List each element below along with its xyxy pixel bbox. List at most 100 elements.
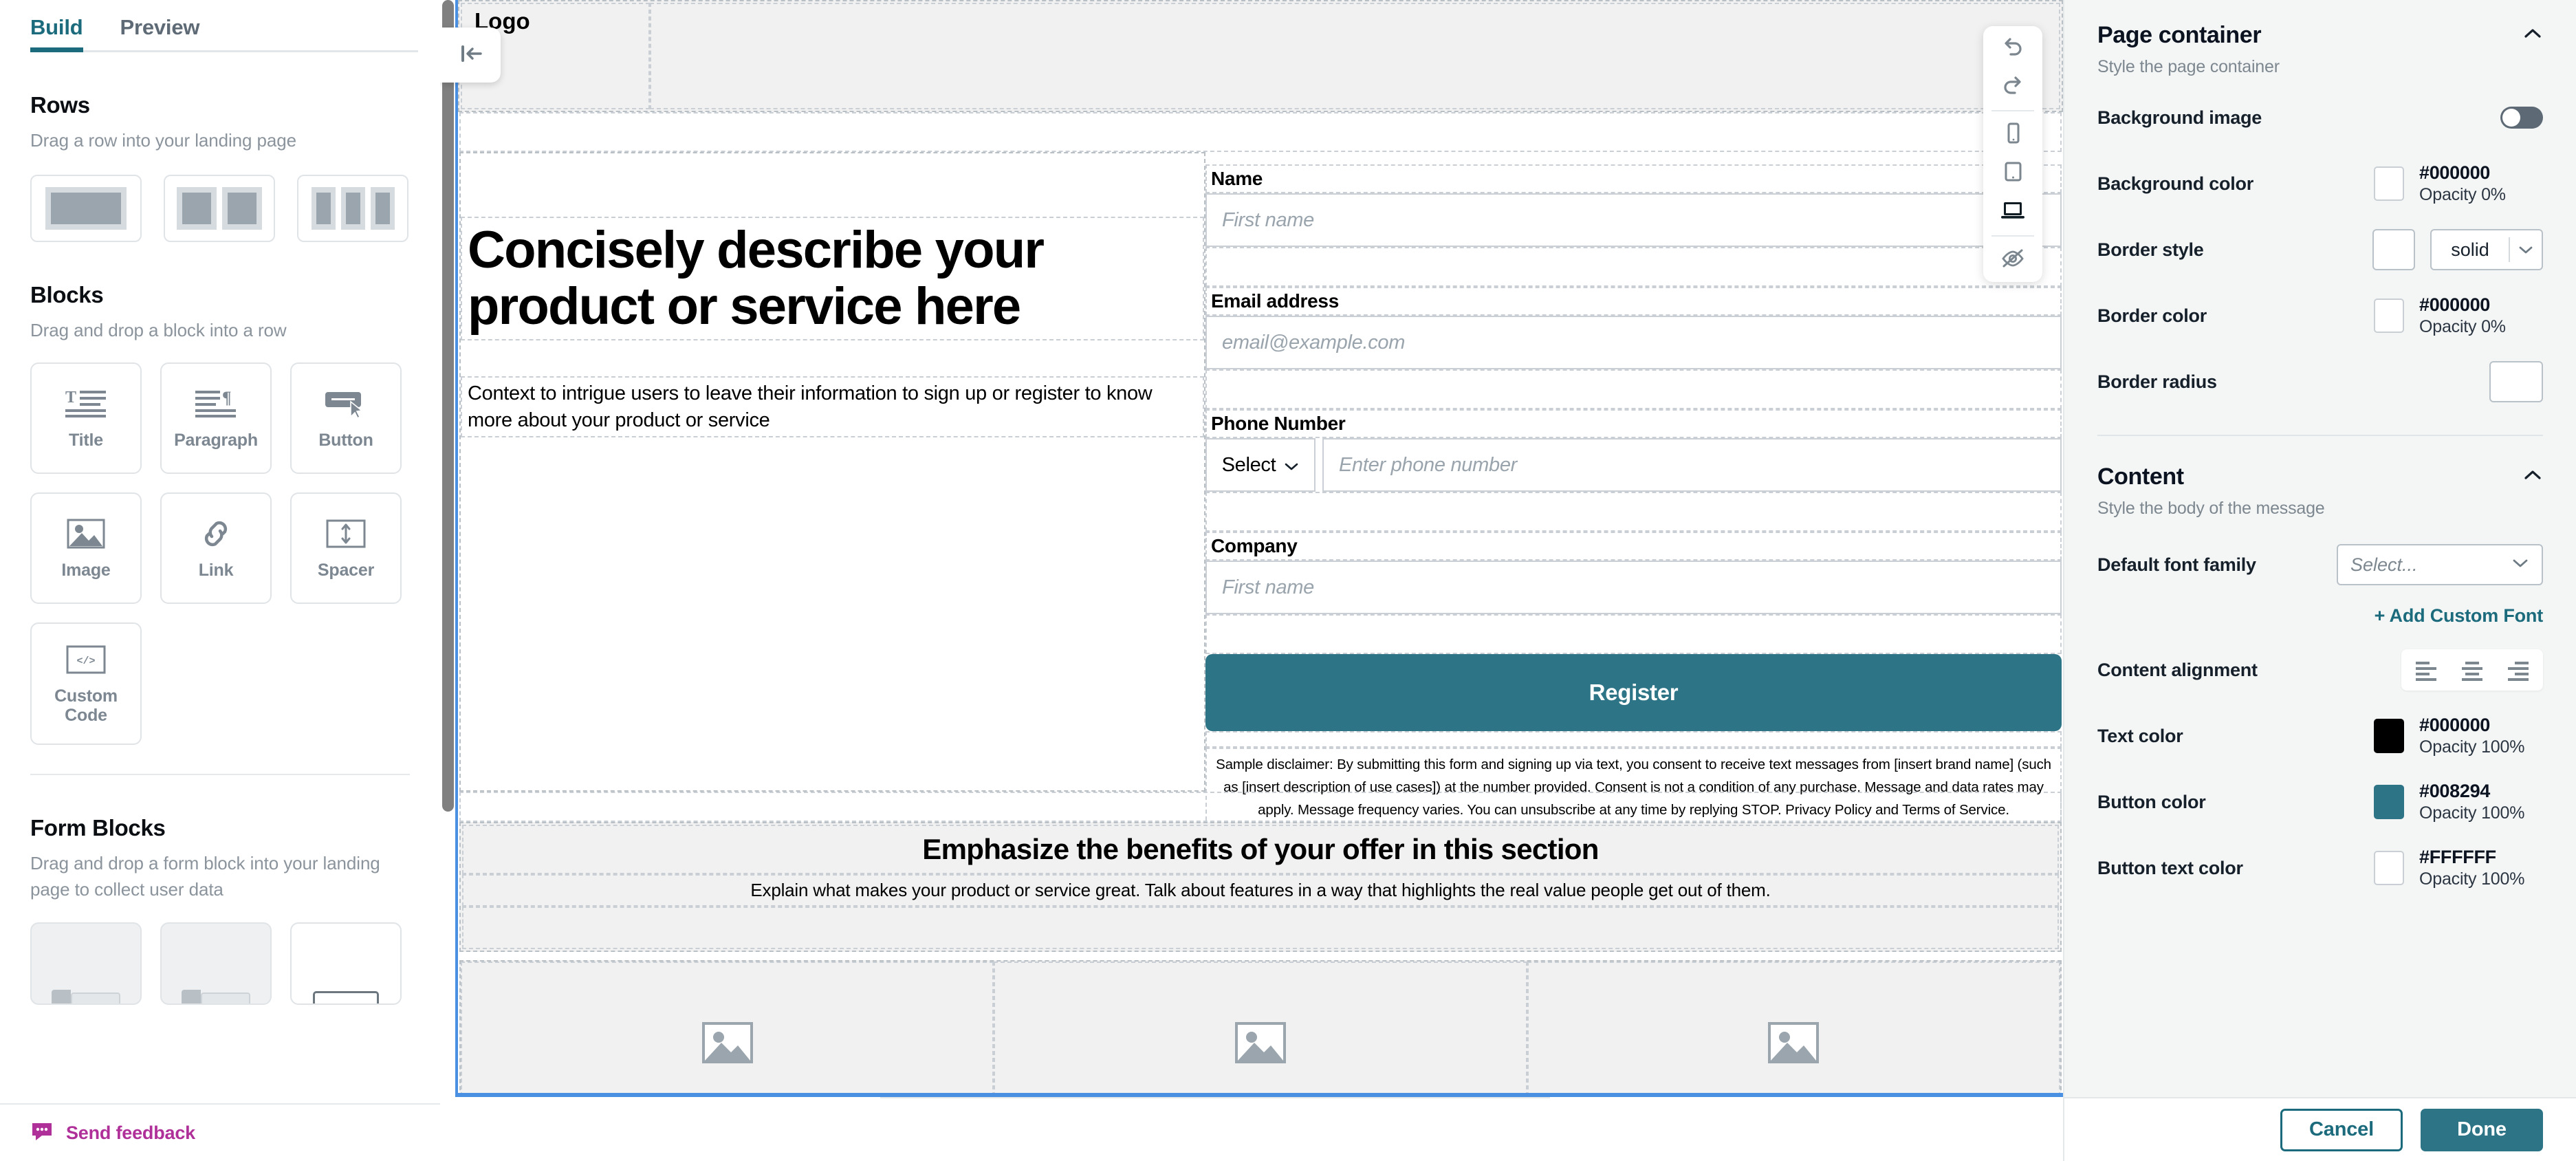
block-link[interactable]: Link bbox=[160, 492, 272, 605]
border-style-select[interactable]: solid bbox=[2430, 229, 2543, 270]
canvas-benefits-spacer[interactable] bbox=[462, 907, 2059, 949]
border-style-value: solid bbox=[2451, 239, 2489, 260]
canvas-scrollbar[interactable] bbox=[440, 0, 455, 1097]
send-feedback-bar[interactable]: Send feedback bbox=[0, 1103, 440, 1161]
row-option-three-column[interactable] bbox=[297, 174, 408, 242]
border-color-values: #000000 Opacity 0% bbox=[2419, 294, 2543, 337]
form-submit-label: Register bbox=[1589, 680, 1679, 705]
background-color-swatch[interactable] bbox=[2374, 166, 2404, 201]
chevron-up-icon[interactable] bbox=[2522, 27, 2543, 44]
content-section-header[interactable]: Content bbox=[2097, 436, 2543, 490]
chat-bubble-icon bbox=[30, 1121, 54, 1145]
form-input-phone[interactable]: Enter phone number bbox=[1322, 438, 2062, 492]
background-image-row: Background image bbox=[2097, 92, 2543, 143]
page-container-header[interactable]: Page container bbox=[2097, 0, 2543, 49]
add-custom-font-button[interactable]: + Add Custom Font bbox=[2097, 605, 2544, 627]
canvas-benefits-paragraph[interactable]: Explain what makes your product or servi… bbox=[462, 874, 2059, 907]
block-paragraph-label: Paragraph bbox=[174, 431, 258, 451]
default-font-family-select[interactable]: Select... bbox=[2337, 544, 2543, 585]
page-container-title: Page container bbox=[2097, 22, 2262, 48]
canvas-header-right-cell[interactable] bbox=[650, 3, 2060, 109]
block-custom-code[interactable]: </> Custom Code bbox=[30, 622, 142, 746]
canvas-hero-paragraph[interactable]: Context to intrigue users to leave their… bbox=[461, 376, 1204, 438]
button-color-swatch[interactable] bbox=[2374, 785, 2404, 819]
form-label-name: Name bbox=[1205, 164, 2062, 193]
desktop-preview-button[interactable] bbox=[1983, 193, 2042, 231]
collapse-sidebar-button[interactable] bbox=[440, 28, 501, 83]
canvas-spacer-band[interactable] bbox=[459, 112, 2062, 152]
block-button[interactable]: Button bbox=[290, 362, 402, 475]
form-gap bbox=[1205, 247, 2062, 287]
cancel-button[interactable]: Cancel bbox=[2280, 1108, 2403, 1151]
form-block-1[interactable] bbox=[30, 922, 142, 1005]
done-button[interactable]: Done bbox=[2421, 1108, 2543, 1151]
background-image-label: Background image bbox=[2097, 107, 2262, 128]
button-color-control: #008294 Opacity 100% bbox=[2374, 781, 2543, 823]
canvas-scrollbar-thumb[interactable] bbox=[442, 0, 454, 812]
align-right-icon[interactable] bbox=[2502, 656, 2533, 684]
canvas-hero-left-column[interactable]: Concisely describe your product or servi… bbox=[459, 152, 1205, 792]
left-sidebar: Build Preview Rows Drag a row into your … bbox=[0, 0, 440, 1161]
form-input-email[interactable]: email@example.com bbox=[1205, 316, 2062, 369]
content-alignment-label: Content alignment bbox=[2097, 659, 2258, 680]
form-label-email: Email address bbox=[1205, 287, 2062, 316]
canvas-benefits-section[interactable]: Emphasize the benefits of your offer in … bbox=[459, 822, 2062, 952]
text-color-swatch[interactable] bbox=[2374, 719, 2404, 753]
block-link-label: Link bbox=[198, 561, 234, 580]
undo-button[interactable] bbox=[1983, 29, 2042, 67]
canvas-image-row[interactable] bbox=[459, 960, 2062, 1093]
button-color-label: Button color bbox=[2097, 791, 2206, 812]
canvas-hero-heading[interactable]: Concisely describe your product or servi… bbox=[461, 217, 1204, 341]
sidebar-content: Rows Drag a row into your landing page B… bbox=[0, 92, 440, 1005]
tab-build[interactable]: Build bbox=[30, 15, 83, 52]
form-label-company: Company bbox=[1205, 532, 2062, 561]
button-text-color-values: #FFFFFF Opacity 100% bbox=[2419, 847, 2543, 889]
border-radius-input[interactable] bbox=[2489, 361, 2543, 402]
block-button-label: Button bbox=[318, 431, 373, 451]
form-input-email-placeholder: email@example.com bbox=[1222, 331, 1406, 354]
row-option-two-column[interactable] bbox=[164, 174, 275, 242]
redo-button[interactable] bbox=[1983, 67, 2042, 106]
svg-text:T: T bbox=[65, 389, 76, 406]
mobile-preview-button[interactable] bbox=[1983, 116, 2042, 154]
form-submit-button[interactable]: Register bbox=[1205, 654, 2062, 731]
block-paragraph[interactable]: ¶ Paragraph bbox=[160, 362, 272, 475]
form-phone-country-select[interactable]: Select bbox=[1205, 438, 1316, 492]
canvas-bottom-bar bbox=[880, 1097, 1550, 1161]
form-input-name[interactable]: First name bbox=[1205, 193, 2062, 247]
form-input-company[interactable]: First name bbox=[1205, 561, 2062, 614]
background-image-toggle[interactable] bbox=[2500, 107, 2543, 129]
title-icon: T bbox=[65, 387, 107, 421]
canvas-image-cell[interactable] bbox=[461, 962, 994, 1093]
tab-preview[interactable]: Preview bbox=[120, 15, 200, 52]
canvas-image-cell[interactable] bbox=[994, 962, 1527, 1093]
border-color-swatch[interactable] bbox=[2374, 299, 2404, 333]
canvas-benefits-heading[interactable]: Emphasize the benefits of your offer in … bbox=[462, 825, 2059, 874]
canvas-hero-row[interactable]: Concisely describe your product or servi… bbox=[459, 152, 2062, 827]
border-width-input[interactable] bbox=[2372, 229, 2415, 270]
button-icon bbox=[325, 387, 367, 421]
row-option-one-column[interactable] bbox=[30, 174, 142, 242]
form-block-3[interactable] bbox=[290, 922, 402, 1005]
block-image[interactable]: Image bbox=[30, 492, 142, 605]
hero-top-spacer bbox=[461, 153, 1204, 217]
canvas-header-section[interactable]: Logo bbox=[458, 0, 2063, 112]
canvas-image-cell[interactable] bbox=[1527, 962, 2060, 1093]
rows-section-title: Rows bbox=[30, 92, 90, 118]
canvas-form-column[interactable]: Name First name Email address email@exam… bbox=[1205, 152, 2062, 827]
form-block-2[interactable] bbox=[160, 922, 272, 1005]
align-left-icon[interactable] bbox=[2411, 656, 2443, 684]
landing-page-canvas[interactable]: Logo Concisely describe your product or … bbox=[455, 0, 2063, 1097]
landing-page-builder: Build Preview Rows Drag a row into your … bbox=[0, 0, 2576, 1161]
spacer-icon bbox=[325, 517, 367, 551]
align-center-icon[interactable] bbox=[2456, 656, 2488, 684]
hide-preview-button[interactable] bbox=[1983, 241, 2042, 279]
form-disclaimer[interactable]: Sample disclaimer: By submitting this fo… bbox=[1205, 748, 2062, 827]
block-title[interactable]: T Title bbox=[30, 362, 142, 475]
chevron-up-icon[interactable] bbox=[2522, 468, 2543, 486]
block-spacer[interactable]: Spacer bbox=[290, 492, 402, 605]
canvas-header-row[interactable]: Logo bbox=[461, 3, 2060, 109]
block-spacer-label: Spacer bbox=[317, 561, 375, 580]
button-text-color-swatch[interactable] bbox=[2374, 851, 2404, 885]
tablet-preview-button[interactable] bbox=[1983, 154, 2042, 193]
